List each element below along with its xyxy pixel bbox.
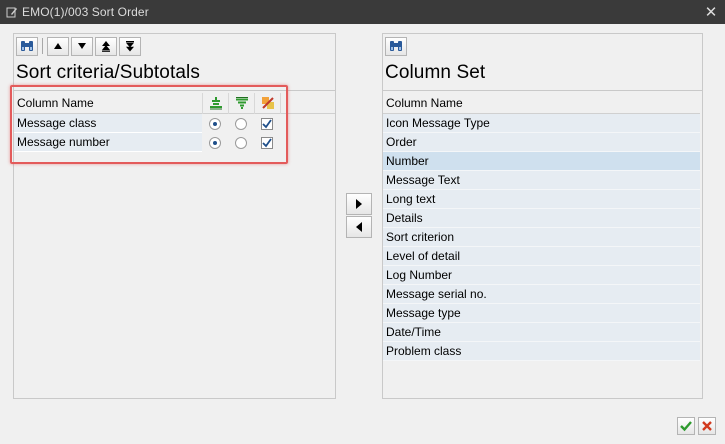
list-item[interactable]: Message serial no. <box>383 285 700 304</box>
close-window-button[interactable]: ✕ <box>697 0 725 24</box>
sort-criteria-table: Column Name Message class Message number <box>14 92 335 152</box>
column-set-table: Column Name Icon Message Type Order Numb… <box>383 93 702 361</box>
find-button[interactable] <box>385 36 407 56</box>
subtotal-checkbox[interactable] <box>261 117 273 130</box>
list-item-selected[interactable]: Number <box>383 152 700 171</box>
descending-cell[interactable] <box>228 133 254 152</box>
column-set-heading: Column Set <box>385 62 486 83</box>
move-up-button[interactable] <box>47 36 69 56</box>
list-item[interactable]: Long text <box>383 190 700 209</box>
list-item[interactable]: Date/Time <box>383 323 700 342</box>
cancel-x-icon <box>702 421 712 431</box>
table-header-filler <box>280 92 335 114</box>
binoculars-icon <box>390 41 402 51</box>
edit-icon <box>6 6 18 18</box>
add-to-sort-button[interactable] <box>346 193 372 215</box>
list-item[interactable]: Icon Message Type <box>383 114 700 133</box>
left-toolbar <box>16 36 143 56</box>
ascending-radio[interactable] <box>209 136 221 149</box>
subtotal-cell[interactable] <box>254 114 280 133</box>
subtotal-cell[interactable] <box>254 133 280 152</box>
list-item[interactable]: Message Text <box>383 171 700 190</box>
column-header-subtotal[interactable] <box>254 92 280 114</box>
descending-radio[interactable] <box>235 136 247 149</box>
list-item[interactable]: Sort criterion <box>383 228 700 247</box>
list-item[interactable]: Details <box>383 209 700 228</box>
ascending-radio[interactable] <box>209 117 221 130</box>
subtotal-icon <box>261 97 274 109</box>
sort-ascending-icon <box>209 97 222 110</box>
list-item[interactable]: Log Number <box>383 266 700 285</box>
arrow-down-icon <box>78 43 86 49</box>
subtotal-checkbox[interactable] <box>261 136 273 149</box>
ascending-cell[interactable] <box>202 114 228 133</box>
sort-criteria-panel: Sort criteria/Subtotals Column Name Mess… <box>13 33 336 399</box>
row-column-name[interactable]: Message number <box>14 133 202 152</box>
cancel-button[interactable] <box>698 417 716 435</box>
toolbar-separator <box>42 38 43 54</box>
row-column-name[interactable]: Message class <box>14 114 202 133</box>
move-to-top-button[interactable] <box>95 36 117 56</box>
list-item[interactable]: Message type <box>383 304 700 323</box>
checkmark-icon <box>680 421 692 432</box>
find-button[interactable] <box>16 36 38 56</box>
list-item[interactable]: Level of detail <box>383 247 700 266</box>
column-header-ascending[interactable] <box>202 92 228 114</box>
table-row[interactable]: Message class <box>14 114 335 133</box>
right-toolbar <box>385 36 409 56</box>
column-set-panel: Column Set Column Name Icon Message Type… <box>382 33 703 399</box>
binoculars-icon <box>21 41 33 51</box>
checkmark-icon <box>262 118 272 128</box>
column-header-name[interactable]: Column Name <box>383 93 700 114</box>
window-titlebar: EMO(1)/003 Sort Order ✕ <box>0 0 725 24</box>
move-to-bottom-button[interactable] <box>119 36 141 56</box>
window-title: EMO(1)/003 Sort Order <box>22 5 149 19</box>
list-item[interactable]: Order <box>383 133 700 152</box>
column-header-descending[interactable] <box>228 92 254 114</box>
arrow-up-icon <box>54 43 62 49</box>
divider <box>383 90 702 91</box>
move-down-button[interactable] <box>71 36 93 56</box>
sort-descending-icon <box>235 97 248 109</box>
table-row[interactable]: Message number <box>14 133 335 152</box>
descending-cell[interactable] <box>228 114 254 133</box>
arrow-right-icon <box>356 199 362 209</box>
column-header-name[interactable]: Column Name <box>14 96 202 110</box>
descending-radio[interactable] <box>235 117 247 130</box>
arrow-left-icon <box>356 222 362 232</box>
checkmark-icon <box>262 137 272 147</box>
remove-from-sort-button[interactable] <box>346 216 372 238</box>
confirm-button[interactable] <box>677 417 695 435</box>
table-header: Column Name <box>14 92 335 114</box>
sort-criteria-heading: Sort criteria/Subtotals <box>16 62 200 83</box>
ascending-cell[interactable] <box>202 133 228 152</box>
divider <box>14 90 335 91</box>
arrow-bottom-icon <box>126 40 134 51</box>
list-item[interactable]: Problem class <box>383 342 700 361</box>
arrow-top-icon <box>102 40 110 52</box>
